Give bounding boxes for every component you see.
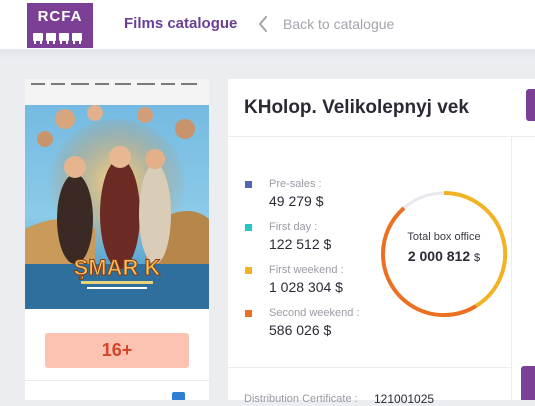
- checkbox-icon[interactable]: [172, 392, 185, 400]
- stat-value: 122 512 $: [269, 236, 332, 252]
- age-rating-badge: 16+: [45, 333, 189, 368]
- poster-card: ŞMAR K 16+: [25, 79, 209, 400]
- rcfa-logo[interactable]: RCFA: [27, 3, 93, 48]
- side-action-tab[interactable]: [521, 366, 535, 400]
- total-value-number: 2 000 812: [407, 248, 471, 264]
- certificate-value: 121001025: [374, 392, 435, 406]
- film-title: KHolop. Velikolepnyj vek: [244, 97, 469, 118]
- cinema-seats-icon: [33, 33, 82, 44]
- nav-films-catalogue[interactable]: Films catalogue: [124, 15, 237, 32]
- poster-artwork: ŞMAR K: [25, 79, 209, 309]
- chevron-left-icon[interactable]: [258, 16, 268, 32]
- stat-value: 49 279 $: [269, 193, 324, 209]
- total-box-office-value: 2 000 812 $: [380, 248, 508, 264]
- stat-label: Second weekend :: [269, 307, 360, 319]
- total-box-office-label: Total box office: [407, 231, 481, 243]
- stat-value: 586 026 $: [269, 322, 332, 338]
- title-action-tab[interactable]: [526, 89, 535, 121]
- legend-dot: [245, 310, 252, 317]
- top-header: RCFA Films catalogue Back to catalogue: [0, 0, 535, 50]
- stat-label: First weekend :: [269, 264, 344, 276]
- film-poster[interactable]: ŞMAR K: [25, 79, 209, 309]
- certificate-label: Distribution Certificate :: [244, 393, 358, 405]
- film-info-card: KHolop. Velikolepnyj vek Pre-sales : 49 …: [228, 79, 535, 406]
- legend-dot: [245, 224, 252, 231]
- back-to-catalogue-link[interactable]: Back to catalogue: [283, 16, 394, 32]
- legend-dot: [245, 267, 252, 274]
- header-shadow: [0, 49, 535, 61]
- section-divider: [228, 367, 511, 368]
- logo-text: RCFA: [37, 8, 83, 25]
- total-value-currency: $: [474, 252, 481, 264]
- stat-label: Pre-sales :: [269, 178, 322, 190]
- legend-dot: [245, 181, 252, 188]
- stat-value: 1 028 304 $: [269, 279, 343, 295]
- poster-title-text: ŞMAR K: [74, 255, 161, 280]
- title-divider: [228, 136, 535, 137]
- stat-label: First day :: [269, 221, 318, 233]
- column-divider: [511, 136, 512, 400]
- poster-divider: [25, 380, 209, 381]
